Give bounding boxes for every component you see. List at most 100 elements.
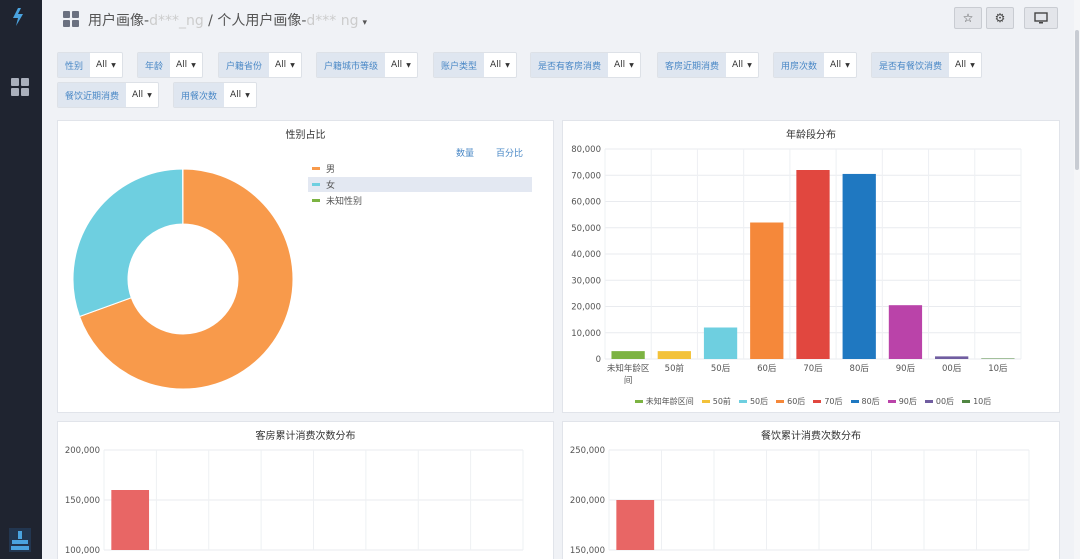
variable-dropdown[interactable]: All ▼ (385, 53, 417, 77)
x-tick-label: 00后 (942, 363, 962, 374)
legend-item[interactable]: 70后 (813, 396, 843, 407)
legend-item[interactable]: 未知性别 (308, 193, 532, 208)
bar[interactable] (611, 351, 645, 359)
legend-swatch (312, 167, 320, 170)
variable-label: 是否有餐饮消费 (872, 53, 950, 77)
y-tick-label: 30,000 (571, 276, 601, 286)
dashboards-icon[interactable] (11, 78, 29, 96)
bar[interactable] (703, 327, 738, 360)
breadcrumb-dashboard[interactable]: 个人用户画像- (217, 13, 306, 29)
breadcrumb[interactable]: 用户画像-d***_ng / 个人用户画像-d*** ng ▾ (88, 10, 367, 30)
caret-icon: ▼ (290, 61, 295, 69)
bar[interactable] (796, 170, 830, 359)
y-tick-label: 80,000 (571, 145, 601, 155)
variable-dropdown[interactable]: All ▼ (126, 83, 158, 107)
legend-swatch (813, 400, 822, 403)
variable-account-type[interactable]: 账户类型 All ▼ (433, 52, 517, 78)
y-tick-label: 10,000 (571, 329, 601, 339)
caret-icon: ▼ (191, 61, 196, 69)
pie-slice[interactable] (72, 168, 184, 318)
variable-dining-times[interactable]: 用餐次数 All ▼ (173, 82, 257, 108)
legend-label: 60后 (787, 397, 806, 406)
legend-swatch (701, 400, 710, 403)
legend-label: 80后 (861, 397, 880, 406)
star-button[interactable]: ☆ (954, 7, 982, 29)
variable-dropdown[interactable]: All ▼ (824, 53, 856, 77)
legend-swatch (312, 199, 320, 202)
variable-room-times[interactable]: 用房次数 All ▼ (773, 52, 857, 78)
x-tick-label: 10后 (988, 363, 1008, 374)
legend-swatch (312, 183, 320, 186)
variable-age[interactable]: 年龄 All ▼ (137, 52, 203, 78)
caret-icon: ▼ (505, 61, 510, 69)
legend-label: 70后 (824, 397, 843, 406)
bar[interactable] (616, 500, 655, 550)
variable-city-level[interactable]: 户籍城市等级 All ▼ (316, 52, 418, 78)
variable-dropdown[interactable]: All ▼ (949, 53, 981, 77)
variable-label: 性别 (58, 53, 91, 77)
view-mode-button[interactable] (1024, 7, 1058, 29)
variable-gender[interactable]: 性别 All ▼ (57, 52, 123, 78)
panel-title[interactable]: 性别占比 (58, 126, 553, 141)
legend-col-percent: 百分比 (496, 149, 524, 159)
caret-icon: ▼ (747, 61, 752, 69)
variable-room-consume[interactable]: 是否有客房消费 All ▼ (530, 52, 641, 78)
legend-swatch (962, 400, 971, 403)
breadcrumb-folder[interactable]: 用户画像- (88, 13, 149, 29)
variable-dropdown[interactable]: All ▼ (170, 53, 202, 77)
legend-item[interactable]: 60后 (776, 396, 805, 407)
caret-icon: ▼ (245, 91, 250, 99)
x-tick-label: 80后 (850, 363, 870, 374)
variable-label: 是否有客房消费 (531, 53, 609, 77)
legend-swatch (634, 400, 643, 403)
legend-item[interactable]: 50前 (701, 396, 731, 407)
y-tick-label: 70,000 (571, 171, 601, 181)
bar[interactable] (842, 173, 876, 359)
bar[interactable] (981, 358, 1015, 359)
variable-dining-recent[interactable]: 餐饮近期消费 All ▼ (57, 82, 159, 108)
legend-label: 90后 (898, 397, 917, 406)
variable-province[interactable]: 户籍省份 All ▼ (218, 52, 302, 78)
bar[interactable] (935, 356, 969, 359)
legend-label: 未知性别 (326, 197, 363, 207)
variable-room-recent[interactable]: 客房近期消费 All ▼ (657, 52, 759, 78)
variable-label: 用房次数 (774, 53, 825, 77)
dining-bar-panel: 餐饮累计消费次数分布 150,000 200,000 250,000 (562, 421, 1060, 559)
room-bar-chart: 100,000 150,000 200,000 (65, 446, 524, 556)
legend-item[interactable]: 10后 (962, 396, 991, 407)
x-tick-label: 未知年龄区 (607, 363, 650, 374)
chevron-down-icon[interactable]: ▾ (363, 18, 368, 28)
bar[interactable] (888, 305, 923, 359)
legend-item[interactable]: 未知年龄区间 (634, 396, 694, 407)
variable-dropdown[interactable]: All ▼ (269, 53, 301, 77)
variable-dropdown[interactable]: All ▼ (90, 53, 122, 77)
legend-item[interactable]: 90后 (887, 396, 917, 407)
settings-button[interactable]: ⚙ (986, 7, 1014, 29)
breadcrumb-folder-redacted: d***_ng (149, 13, 204, 29)
bar[interactable] (657, 351, 691, 359)
sidebar (0, 0, 42, 559)
variable-dropdown[interactable]: All ▼ (484, 53, 516, 77)
breadcrumb-dashboard-redacted: d*** ng (306, 13, 359, 29)
legend-item[interactable]: 80后 (850, 396, 880, 407)
bar[interactable] (111, 490, 150, 550)
bar[interactable] (750, 222, 784, 360)
variable-dining-consume[interactable]: 是否有餐饮消费 All ▼ (871, 52, 982, 78)
breadcrumb-separator: / (203, 13, 218, 29)
user-icon[interactable] (9, 528, 31, 552)
star-icon: ☆ (962, 11, 974, 25)
variable-dropdown[interactable]: All ▼ (224, 83, 256, 107)
legend-label: 男 (326, 165, 336, 175)
variable-dropdown[interactable]: All ▼ (726, 53, 758, 77)
legend-item[interactable]: 男 (308, 161, 532, 176)
legend-item[interactable]: 女 (308, 177, 532, 192)
page-scrollbar-thumb[interactable] (1075, 30, 1079, 170)
variable-dropdown[interactable]: All ▼ (608, 53, 640, 77)
y-tick-label: 250,000 (570, 446, 605, 456)
grafana-logo-icon[interactable] (9, 6, 31, 28)
caret-icon: ▼ (111, 61, 116, 69)
legend-item[interactable]: 00后 (924, 396, 954, 407)
variable-label: 年龄 (138, 53, 171, 77)
dashboard-grid-icon (63, 11, 79, 27)
legend-item[interactable]: 50后 (738, 396, 768, 407)
